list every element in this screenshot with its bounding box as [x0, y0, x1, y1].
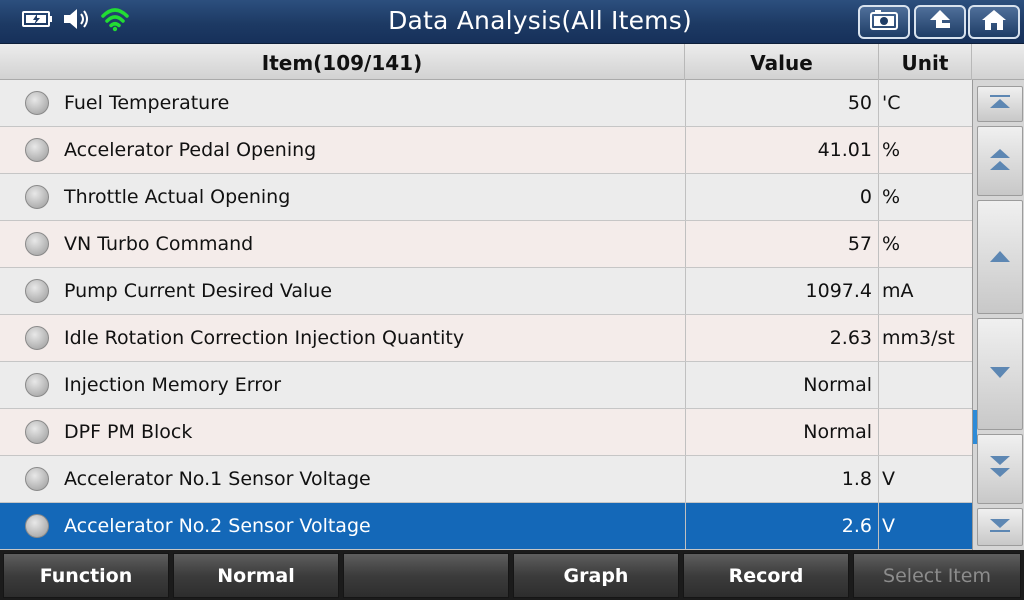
row-select-radio[interactable]: [24, 514, 50, 538]
item-unit: %: [882, 233, 901, 255]
item-value: 1.8: [685, 456, 879, 502]
item-name: Throttle Actual Opening: [64, 186, 291, 208]
data-list: Fuel Temperature 50 'C Accelerator Pedal…: [0, 80, 972, 550]
table-row[interactable]: Injection Memory Error Normal: [0, 362, 972, 409]
item-name: Accelerator No.2 Sensor Voltage: [64, 515, 371, 537]
item-name: Fuel Temperature: [64, 92, 230, 114]
scroll-top-icon: [988, 94, 1012, 114]
item-name: VN Turbo Command: [64, 233, 254, 255]
column-header-blank: [972, 44, 1024, 80]
table-row[interactable]: Accelerator No.1 Sensor Voltage 1.8 V: [0, 456, 972, 503]
item-value: Normal: [685, 409, 879, 455]
item-value: 1097.4: [685, 268, 879, 314]
item-unit: %: [882, 139, 901, 161]
home-icon: [980, 8, 1008, 36]
up-arrow-icon: [988, 248, 1012, 267]
item-value: 41.01: [685, 127, 879, 173]
screenshot-button[interactable]: [858, 5, 910, 39]
item-unit: [879, 409, 972, 455]
item-name: Injection Memory Error: [64, 374, 282, 396]
blank-button[interactable]: [343, 553, 509, 598]
table-row[interactable]: Fuel Temperature 50 'C: [0, 80, 972, 127]
scrollbar[interactable]: [972, 80, 1024, 550]
function-button[interactable]: Function: [3, 553, 169, 598]
item-value: Normal: [685, 362, 879, 408]
camera-icon: [869, 9, 899, 35]
item-name: Accelerator Pedal Opening: [64, 139, 317, 161]
page-down-button[interactable]: [977, 434, 1023, 504]
page-up-button[interactable]: [977, 126, 1023, 196]
row-select-radio[interactable]: [24, 373, 50, 397]
item-unit: V: [882, 468, 895, 490]
back-button[interactable]: [914, 5, 966, 39]
item-value: 50: [685, 80, 879, 126]
item-value: 2.63: [685, 315, 879, 361]
table-row[interactable]: Throttle Actual Opening 0 %: [0, 174, 972, 221]
table-row-selected[interactable]: Accelerator No.2 Sensor Voltage 2.6 V: [0, 503, 972, 550]
graph-button[interactable]: Graph: [513, 553, 679, 598]
row-select-radio[interactable]: [24, 326, 50, 350]
item-value: 57: [685, 221, 879, 267]
table-row[interactable]: Accelerator Pedal Opening 41.01 %: [0, 127, 972, 174]
wifi-icon: [100, 6, 130, 36]
table-row[interactable]: DPF PM Block Normal: [0, 409, 972, 456]
item-unit: 'C: [882, 92, 901, 114]
scroll-up-button[interactable]: [977, 200, 1023, 314]
item-unit: mA: [882, 280, 914, 302]
item-unit: [879, 362, 972, 408]
status-icons: [22, 6, 130, 36]
item-name: Idle Rotation Correction Injection Quant…: [64, 327, 465, 349]
table-row[interactable]: Pump Current Desired Value 1097.4 mA: [0, 268, 972, 315]
down-arrow-icon: [988, 365, 1012, 384]
scroll-bottom-icon: [988, 517, 1012, 537]
record-button[interactable]: Record: [683, 553, 849, 598]
table-header: Item(109/141) Value Unit: [0, 44, 1024, 80]
scroll-to-bottom-button[interactable]: [977, 508, 1023, 546]
row-select-radio[interactable]: [24, 420, 50, 444]
row-select-radio[interactable]: [24, 91, 50, 115]
item-value: 0: [685, 174, 879, 220]
item-name: DPF PM Block: [64, 421, 193, 443]
select-item-button[interactable]: Select Item: [853, 553, 1021, 598]
table-row[interactable]: VN Turbo Command 57 %: [0, 221, 972, 268]
row-select-radio[interactable]: [24, 467, 50, 491]
column-header-value: Value: [685, 44, 879, 80]
page-title: Data Analysis(All Items): [388, 6, 692, 35]
speaker-icon: [62, 7, 92, 35]
app-window: Data Analysis(All Items) Item(109/141) V…: [0, 0, 1024, 600]
title-bar: Data Analysis(All Items): [0, 0, 1024, 44]
return-arrow-icon: [926, 8, 954, 36]
item-value: 2.6: [685, 503, 879, 549]
home-button[interactable]: [968, 5, 1020, 39]
row-select-radio[interactable]: [24, 279, 50, 303]
table-row[interactable]: Idle Rotation Correction Injection Quant…: [0, 315, 972, 362]
item-name: Accelerator No.1 Sensor Voltage: [64, 468, 371, 490]
battery-icon: [22, 10, 54, 32]
double-down-icon: [988, 454, 1012, 484]
row-select-radio[interactable]: [24, 185, 50, 209]
double-up-icon: [988, 146, 1012, 176]
item-unit: mm3/st: [882, 327, 955, 349]
item-unit: %: [882, 186, 901, 208]
scroll-down-button[interactable]: [977, 318, 1023, 430]
scroll-to-top-button[interactable]: [977, 86, 1023, 122]
item-name: Pump Current Desired Value: [64, 280, 333, 302]
row-select-radio[interactable]: [24, 138, 50, 162]
item-unit: V: [882, 515, 895, 537]
column-header-item: Item(109/141): [0, 44, 685, 80]
normal-button[interactable]: Normal: [173, 553, 339, 598]
column-header-unit: Unit: [879, 44, 972, 80]
bottom-toolbar: Function Normal Graph Record Select Item: [0, 550, 1024, 600]
row-select-radio[interactable]: [24, 232, 50, 256]
